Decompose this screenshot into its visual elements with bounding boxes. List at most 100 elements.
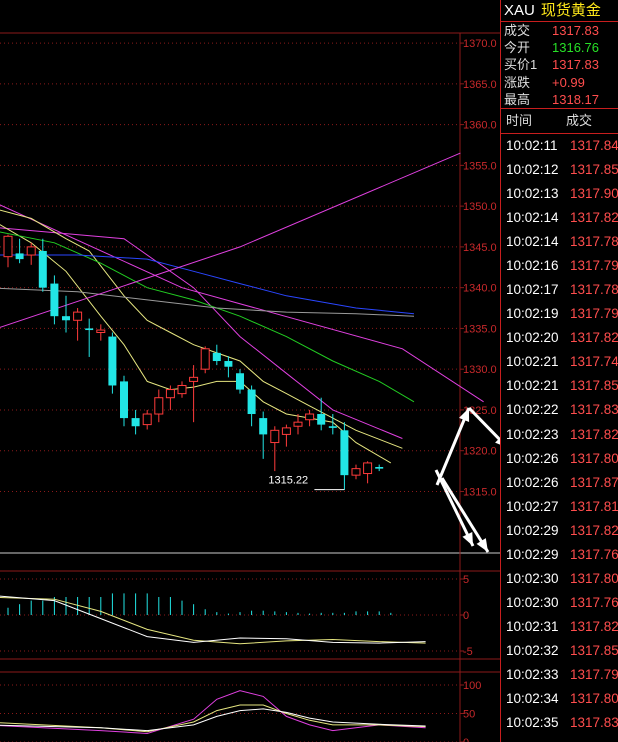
quote-field-value: 1317.83 xyxy=(552,23,599,38)
quote-field-row: 最高 1318.17 xyxy=(501,91,618,108)
tick-price: 1317.76 xyxy=(570,594,618,610)
tick-price: 1317.80 xyxy=(570,450,618,466)
quote-field-value: 1318.17 xyxy=(552,91,599,107)
tick-time: 10:02:20 xyxy=(506,330,559,346)
tick-row[interactable]: 10:02:33 1317.79 xyxy=(501,663,618,687)
quote-field-label: 成交 xyxy=(504,23,531,38)
tick-time: 10:02:17 xyxy=(506,282,559,298)
tick-row[interactable]: 10:02:27 1317.81 xyxy=(501,495,618,519)
candle-body xyxy=(120,381,128,419)
y-tick-label: 1335.0 xyxy=(463,323,497,335)
tick-price: 1317.79 xyxy=(570,666,618,682)
tick-row[interactable]: 10:02:26 1317.87 xyxy=(501,471,618,495)
candle-body xyxy=(270,429,280,444)
tick-price: 1317.83 xyxy=(570,715,618,731)
tick-time: 10:02:29 xyxy=(506,522,559,538)
tick-row[interactable]: 10:02:23 1317.82 xyxy=(501,423,618,447)
moving-average-line xyxy=(0,152,461,328)
tick-row[interactable]: 10:02:17 1317.78 xyxy=(501,278,618,302)
candle-body xyxy=(305,413,315,421)
y-tick-label: 1360.0 xyxy=(463,120,497,132)
quote-field-label: 买价1 xyxy=(504,57,538,73)
tick-row[interactable]: 10:02:21 1317.74 xyxy=(501,350,618,374)
tick-row[interactable]: 10:02:35 1317.83 xyxy=(501,711,618,735)
tick-row[interactable]: 10:02:12 1317.85 xyxy=(501,158,618,182)
low-annotation-label: 1315.22 xyxy=(268,475,308,487)
tick-price: 1317.84 xyxy=(570,137,618,153)
tick-row[interactable]: 10:02:34 1317.80 xyxy=(501,687,618,711)
tick-price: 1317.82 xyxy=(570,210,618,226)
ticks-header-time: 时间 xyxy=(506,112,533,128)
quote-panel: XAU 现货黄金 成交 1317.83 今开 1316.76 买价1 1317.83 涨跌 +0… xyxy=(500,0,618,742)
tick-price: 1317.74 xyxy=(570,354,618,370)
tick-time: 10:02:22 xyxy=(506,402,559,418)
symbol-code: XAU xyxy=(504,2,535,19)
tick-time: 10:02:29 xyxy=(506,546,559,562)
quote-field-row: 涨跌 +0.99 xyxy=(501,74,618,91)
tick-time: 10:02:23 xyxy=(506,426,559,442)
ticks-list[interactable]: 10:02:11 1317.84 10:02:12 1317.85 10:02:13 13… xyxy=(501,134,618,735)
y-tick-label: 50 xyxy=(463,709,475,721)
tick-row[interactable]: 10:02:26 1317.80 xyxy=(501,447,618,471)
tick-time: 10:02:12 xyxy=(506,161,559,177)
tick-time: 10:02:32 xyxy=(506,642,559,658)
y-tick-label: 0 xyxy=(463,610,469,622)
tick-row[interactable]: 10:02:30 1317.80 xyxy=(501,567,618,591)
tick-row[interactable]: 10:02:14 1317.82 xyxy=(501,206,618,230)
tick-price: 1317.81 xyxy=(570,498,618,514)
candle-body xyxy=(142,413,152,426)
candle-body xyxy=(200,348,210,370)
tick-row[interactable]: 10:02:19 1317.79 xyxy=(501,302,618,326)
quote-field-label: 最高 xyxy=(504,91,531,107)
candle-body xyxy=(212,352,221,362)
tick-row[interactable]: 10:02:22 1317.83 xyxy=(501,398,618,422)
candle-body xyxy=(351,468,361,476)
tick-time: 10:02:30 xyxy=(506,594,559,610)
quote-field-row: 买价1 1317.83 xyxy=(501,56,618,73)
tick-time: 10:02:14 xyxy=(506,210,559,226)
tick-row[interactable]: 10:02:29 1317.76 xyxy=(501,543,618,567)
kline-chart[interactable]: 1370.0 1365.0 1360.0 1355.0 1350.0 1345.0 1340… xyxy=(0,0,500,742)
tick-row[interactable]: 10:02:32 1317.85 xyxy=(501,639,618,663)
tick-row[interactable]: 10:02:31 1317.82 xyxy=(501,615,618,639)
tick-time: 10:02:21 xyxy=(506,378,559,394)
candle-body xyxy=(317,414,326,425)
tick-row[interactable]: 10:02:11 1317.84 xyxy=(501,134,618,158)
tick-time: 10:02:35 xyxy=(506,715,559,731)
tick-price: 1317.82 xyxy=(570,618,618,634)
quote-fields: 成交 1317.83 今开 1316.76 买价1 1317.83 涨跌 +0.99 最高 131… xyxy=(501,22,618,108)
candle-body xyxy=(73,311,83,321)
tick-price: 1317.76 xyxy=(570,546,618,562)
y-tick-label: 1355.0 xyxy=(463,160,497,172)
tick-time: 10:02:34 xyxy=(506,691,559,707)
tick-price: 1317.85 xyxy=(570,161,618,177)
quote-field-row: 今开 1316.76 xyxy=(501,39,618,56)
y-tick-label: -5 xyxy=(463,646,473,658)
tick-time: 10:02:31 xyxy=(506,618,559,634)
tick-row[interactable]: 10:02:30 1317.76 xyxy=(501,591,618,615)
y-tick-label: 1350.0 xyxy=(463,201,497,213)
tick-row[interactable]: 10:02:13 1317.90 xyxy=(501,182,618,206)
y-tick-label: 1315.0 xyxy=(463,486,497,498)
tick-row[interactable]: 10:02:14 1317.78 xyxy=(501,230,618,254)
ticks-header: 时间 成交 xyxy=(501,109,618,133)
candle-body xyxy=(85,328,94,331)
tick-price: 1317.78 xyxy=(570,282,618,298)
candle-body xyxy=(62,316,70,321)
candle-body xyxy=(281,427,291,435)
tick-time: 10:02:27 xyxy=(506,498,559,514)
quote-field-value: +0.99 xyxy=(552,74,585,90)
quote-field-label: 今开 xyxy=(504,40,531,56)
candle-body xyxy=(247,389,256,415)
y-tick-label: 1340.0 xyxy=(463,283,497,295)
tick-price: 1317.82 xyxy=(570,426,618,442)
tick-row[interactable]: 10:02:20 1317.82 xyxy=(501,326,618,350)
tick-price: 1317.90 xyxy=(570,186,618,202)
tick-row[interactable]: 10:02:16 1317.79 xyxy=(501,254,618,278)
candle-body xyxy=(189,376,199,382)
candle-body xyxy=(259,418,268,435)
tick-time: 10:02:19 xyxy=(506,306,559,322)
tick-row[interactable]: 10:02:21 1317.85 xyxy=(501,374,618,398)
tick-row[interactable]: 10:02:29 1317.82 xyxy=(501,519,618,543)
tick-time: 10:02:33 xyxy=(506,666,559,682)
